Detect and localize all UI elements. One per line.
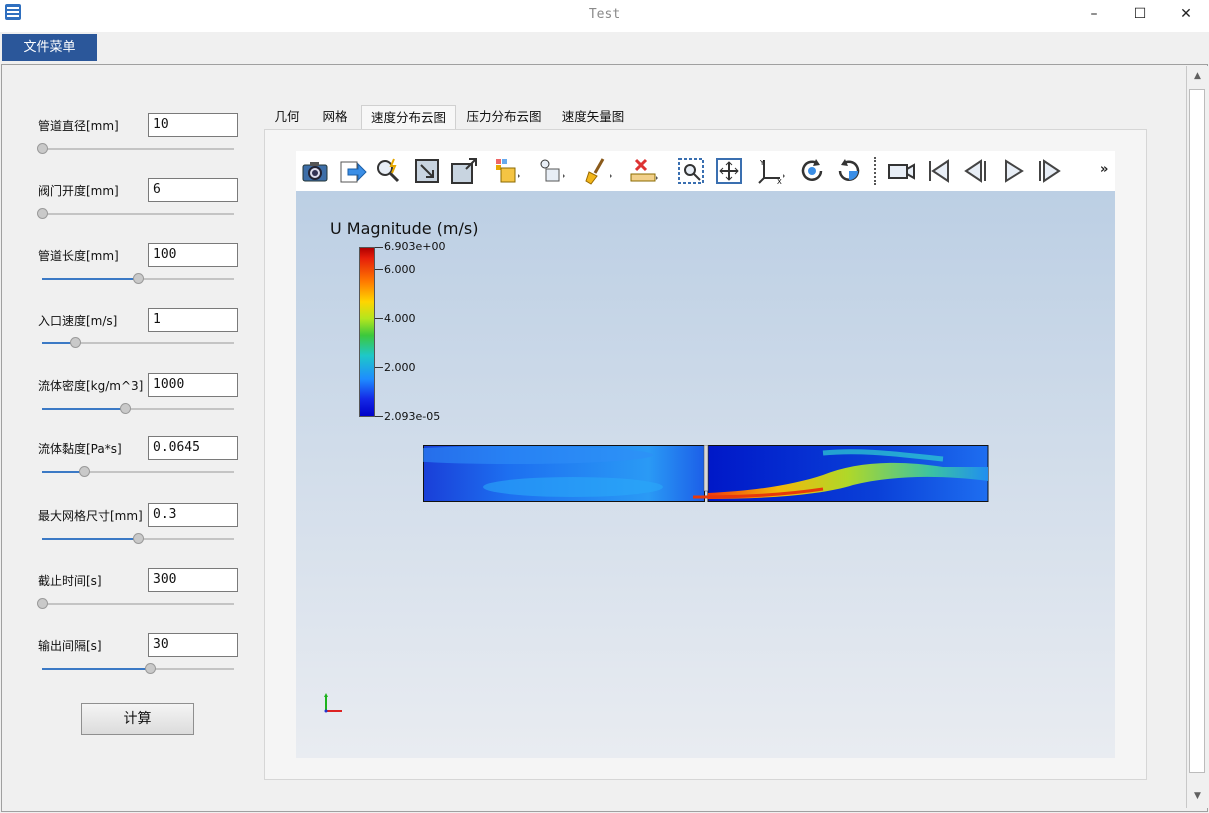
toolbar-overflow-chevron[interactable]: » [1100, 162, 1108, 177]
window-title: Test [588, 7, 621, 22]
previous-frame-icon[interactable] [961, 156, 991, 186]
next-frame-icon[interactable] [1034, 156, 1064, 186]
colorbar-tick [375, 416, 383, 417]
light-cube-icon[interactable] [536, 156, 566, 186]
camera-screenshot-icon[interactable] [300, 156, 330, 186]
colorbar-tick [375, 318, 383, 319]
first-frame-icon[interactable] [924, 156, 954, 186]
play-icon[interactable] [998, 156, 1028, 186]
fluid-viscosity-input[interactable]: 0.0645 [148, 436, 238, 460]
param-label-output-interval: 输出间隔[s] [38, 639, 102, 653]
param-label-fluid-density: 流体密度[kg/m^3] [38, 379, 144, 393]
pipe-length-slider[interactable] [42, 273, 234, 285]
file-menu-button[interactable]: 文件菜单 [2, 34, 97, 61]
output-interval-slider[interactable] [42, 663, 234, 675]
pipe-length-input[interactable]: 100 [148, 243, 238, 267]
end-time-input[interactable]: 300 [148, 568, 238, 592]
svg-text:X: X [777, 178, 782, 186]
rotate-ccw-icon[interactable] [834, 156, 864, 186]
max-mesh-size-input[interactable]: 0.3 [148, 503, 238, 527]
reset-view-icon[interactable] [412, 156, 442, 186]
scroll-down-arrow-icon[interactable]: ▼ [1187, 786, 1208, 807]
render-view[interactable]: U Magnitude (m/s) 6.903e+00 6.000 4.000 … [296, 191, 1115, 758]
inlet-velocity-slider[interactable] [42, 337, 234, 349]
maximize-view-icon[interactable] [449, 156, 479, 186]
colorbar-label-2: 2.000 [384, 361, 416, 374]
paraview-viewer: YX » U Magnitude (m/s) 6.903e+00 6.000 4… [296, 151, 1115, 758]
axes-orientation-icon[interactable]: YX [756, 156, 786, 186]
end-time-slider[interactable] [37, 598, 234, 610]
max-mesh-size-slider[interactable] [42, 533, 234, 545]
param-label-pipe-diameter: 管道直径[mm] [38, 119, 119, 133]
output-interval-input[interactable]: 30 [148, 633, 238, 657]
fluid-viscosity-slider[interactable] [42, 466, 234, 478]
velocity-contour-pipe [423, 445, 989, 502]
scrollbar-thumb[interactable] [1189, 89, 1205, 773]
colorbar-label-min: 2.093e-05 [384, 410, 441, 423]
colorbar-label-4: 4.000 [384, 312, 416, 325]
colorbar-tick [375, 367, 383, 368]
data-object-icon[interactable] [492, 156, 522, 186]
colorbar-gradient [359, 247, 375, 417]
tab-velocity-contour[interactable]: 速度分布云图 [361, 105, 456, 130]
tab-mesh[interactable]: 网格 [317, 105, 353, 129]
title-bar: Test – ☐ ✕ [0, 0, 1209, 32]
colorbar-title: U Magnitude (m/s) [330, 219, 479, 238]
zoom-to-data-icon[interactable] [714, 156, 744, 186]
valve-opening-input[interactable]: 6 [148, 178, 238, 202]
scroll-up-arrow-icon[interactable]: ▲ [1187, 66, 1208, 87]
param-label-fluid-viscosity: 流体黏度[Pa*s] [38, 442, 122, 456]
calculate-button[interactable]: 计算 [81, 703, 194, 735]
camera-record-icon[interactable] [886, 156, 916, 186]
zoom-to-box-icon[interactable] [676, 156, 706, 186]
fluid-density-slider[interactable] [42, 403, 234, 415]
param-label-pipe-length: 管道长度[mm] [38, 249, 119, 263]
maximize-button[interactable]: ☐ [1117, 0, 1163, 30]
vertical-scrollbar[interactable]: ▲ ▼ [1186, 66, 1208, 808]
clear-brush-icon[interactable] [583, 156, 613, 186]
param-label-inlet-velocity: 入口速度[m/s] [38, 314, 118, 328]
toolbar-separator [874, 157, 878, 185]
param-label-valve-opening: 阀门开度[mm] [38, 184, 119, 198]
param-label-max-mesh-size: 最大网格尺寸[mm] [38, 509, 143, 523]
export-icon[interactable] [338, 156, 368, 186]
ruler-delete-icon[interactable] [629, 156, 659, 186]
svg-text:Y: Y [759, 159, 765, 167]
fluid-density-input[interactable]: 1000 [148, 373, 238, 397]
colorbar-label-6: 6.000 [384, 263, 416, 276]
zoom-interact-icon[interactable] [374, 156, 404, 186]
pipe-diameter-slider[interactable] [37, 143, 234, 155]
tab-geometry[interactable]: 几何 [269, 105, 305, 129]
minimize-button[interactable]: – [1071, 0, 1117, 30]
colorbar-label-max: 6.903e+00 [384, 240, 446, 253]
rotate-cw-icon[interactable] [797, 156, 827, 186]
inlet-velocity-input[interactable]: 1 [148, 308, 238, 332]
tab-pressure-contour[interactable]: 压力分布云图 [462, 105, 546, 129]
close-button[interactable]: ✕ [1163, 0, 1209, 30]
viewer-toolbar: YX » [296, 151, 1115, 191]
pipe-diameter-input[interactable]: 10 [148, 113, 238, 137]
tab-velocity-vector[interactable]: 速度矢量图 [556, 105, 630, 129]
param-label-end-time: 截止时间[s] [38, 574, 102, 588]
orientation-axes-icon [324, 693, 342, 713]
valve-opening-slider[interactable] [37, 208, 234, 220]
colorbar-tick [375, 247, 383, 248]
colorbar-tick [375, 269, 383, 270]
